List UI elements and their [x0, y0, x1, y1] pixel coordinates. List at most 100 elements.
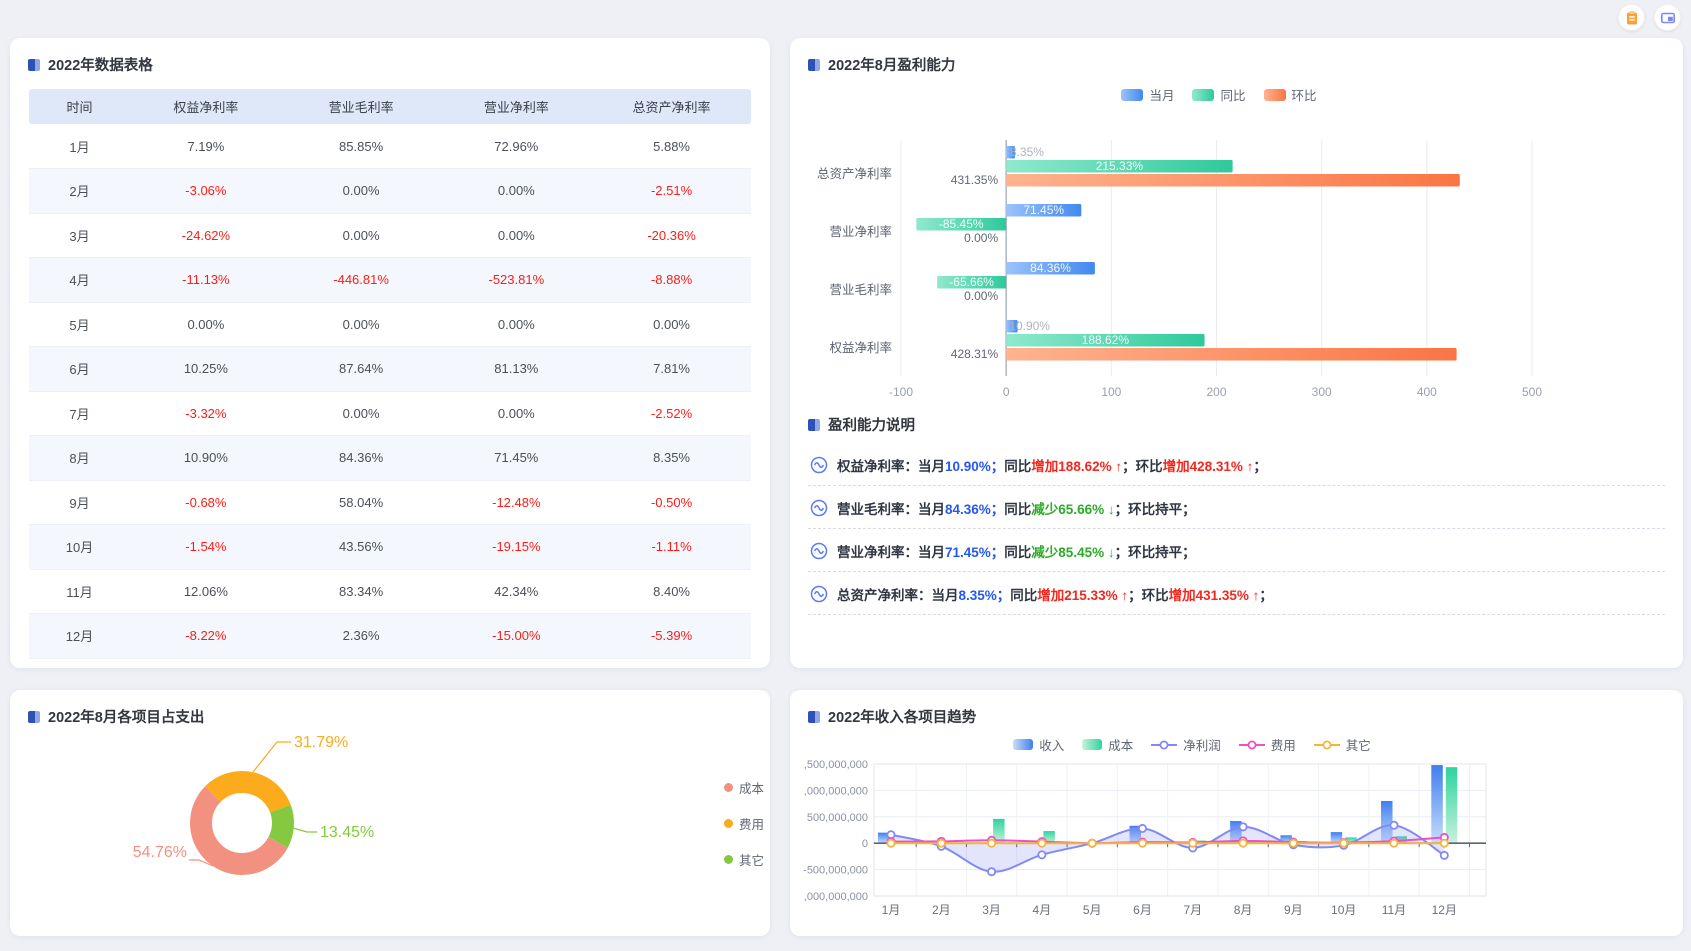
legend-label: 同比	[1220, 85, 1245, 104]
cell-value: 7.19%	[130, 124, 282, 169]
legend-label: 环比	[1292, 85, 1317, 104]
row-label: 10月	[29, 525, 130, 570]
svg-text:6月: 6月	[1133, 903, 1152, 917]
table-row: 5月0.00%0.00%0.00%0.00%	[29, 302, 751, 347]
legend-item[interactable]: 成本	[724, 778, 764, 797]
svg-text:5月: 5月	[1083, 903, 1102, 917]
svg-text:-65.66%: -65.66%	[949, 275, 994, 289]
legend-item[interactable]: 其它	[1314, 735, 1371, 754]
cell-value: 0.00%	[282, 391, 441, 436]
donut-chart: 31.79% 13.45% 54.76%	[127, 718, 427, 923]
legend-label: 当月	[1149, 85, 1174, 104]
svg-text:12月: 12月	[1432, 903, 1457, 917]
panel-title-icon	[808, 711, 820, 723]
svg-text:-500,000,000: -500,000,000	[803, 865, 868, 877]
cell-value: 0.00%	[441, 213, 593, 258]
panel-title: 2022年数据表格	[48, 54, 153, 75]
svg-text:500: 500	[1522, 385, 1542, 399]
legend-item[interactable]: 费用	[724, 814, 764, 833]
cell-value: -15.00%	[441, 614, 593, 659]
panel-profitability: 2022年8月盈利能力 当月 同比 环比 -100010020030040050…	[790, 38, 1683, 668]
display-button[interactable]	[1654, 4, 1681, 31]
legend-item[interactable]: 其它	[724, 850, 764, 869]
row-label: 9月	[29, 480, 130, 525]
analysis-item: 营业毛利率：当月84.36%；同比减少65.66% ↓；环比持平；	[808, 486, 1665, 529]
legend-item[interactable]: 环比	[1264, 85, 1317, 104]
svg-text:权益净利率: 权益净利率	[829, 340, 892, 355]
cell-value: -446.81%	[282, 258, 441, 303]
legend-item[interactable]: 同比	[1192, 85, 1245, 104]
cell-value: 8.35%	[592, 436, 751, 481]
profitability-bar-chart: -1000100200300400500总资产净利率8.35%215.33%43…	[806, 104, 1666, 404]
svg-text:500,000,000: 500,000,000	[807, 812, 868, 824]
cell-value: 0.00%	[441, 391, 593, 436]
cell-value: 0.00%	[441, 169, 593, 214]
svg-text:100: 100	[1101, 385, 1121, 399]
cell-value: 87.64%	[282, 347, 441, 392]
column-header: 营业净利率	[441, 89, 593, 124]
cell-value: -11.13%	[130, 258, 282, 303]
display-icon	[1660, 10, 1676, 26]
svg-text:31.79%: 31.79%	[294, 734, 348, 751]
cell-value: -523.81%	[441, 258, 593, 303]
row-label: 11月	[29, 569, 130, 614]
svg-text:400: 400	[1417, 385, 1437, 399]
cell-value: 10.25%	[130, 347, 282, 392]
svg-text:-100: -100	[889, 385, 913, 399]
svg-text:188.62%: 188.62%	[1082, 333, 1130, 347]
legend-item[interactable]: 费用	[1239, 735, 1296, 754]
legend-label: 净利润	[1183, 735, 1221, 754]
row-label: 4月	[29, 258, 130, 303]
cell-value: -20.36%	[592, 213, 751, 258]
cell-value: -3.06%	[130, 169, 282, 214]
cell-value: 84.36%	[282, 436, 441, 481]
analysis-list: 权益净利率：当月10.90%；同比增加188.62% ↑；环比增加428.31%…	[808, 443, 1665, 615]
wave-icon	[810, 542, 828, 560]
legend-item[interactable]: 成本	[1082, 735, 1133, 754]
cell-value: -12.48%	[441, 480, 593, 525]
panel-header: 2022年收入各项目趋势	[790, 690, 1683, 735]
legend-swatch	[1314, 739, 1340, 751]
dashboard-page: 2022年数据表格 时间权益净利率营业毛利率营业净利率总资产净利率 1月7.19…	[0, 0, 1691, 951]
panel-title-icon	[808, 419, 820, 431]
table-row: 7月-3.32%0.00%0.00%-2.52%	[29, 391, 751, 436]
table-row: 10月-1.54%43.56%-19.15%-1.11%	[29, 525, 751, 570]
panel-title-icon	[28, 59, 40, 71]
column-header: 总资产净利率	[592, 89, 751, 124]
row-label: 6月	[29, 347, 130, 392]
legend-swatch	[1192, 89, 1214, 101]
section-title: 盈利能力说明	[828, 414, 915, 435]
cell-value: 5.88%	[592, 124, 751, 169]
legend-label: 费用	[739, 814, 764, 833]
panel-header: 盈利能力说明	[790, 404, 1683, 443]
table-row: 8月10.90%84.36%71.45%8.35%	[29, 436, 751, 481]
svg-text:300: 300	[1312, 385, 1332, 399]
svg-text:1月: 1月	[882, 903, 901, 917]
cell-value: 0.00%	[441, 302, 593, 347]
legend-label: 其它	[1346, 735, 1371, 754]
row-label: 5月	[29, 302, 130, 347]
cell-value: 0.00%	[130, 302, 282, 347]
legend-swatch	[1239, 739, 1265, 751]
table-row: 1月7.19%85.85%72.96%5.88%	[29, 124, 751, 169]
legend-item[interactable]: 当月	[1121, 85, 1174, 104]
row-label: 7月	[29, 391, 130, 436]
cell-value: -8.22%	[130, 614, 282, 659]
svg-text:,000,000,000: ,000,000,000	[804, 785, 868, 797]
legend-item[interactable]: 收入	[1013, 735, 1064, 754]
panel-title-icon	[808, 59, 820, 71]
legend-label: 成本	[1108, 735, 1133, 754]
svg-text:200: 200	[1206, 385, 1226, 399]
floating-toolbar	[1618, 4, 1681, 31]
clipboard-button[interactable]	[1618, 4, 1645, 31]
svg-text:9月: 9月	[1284, 903, 1303, 917]
cell-value: 12.06%	[130, 569, 282, 614]
legend-item[interactable]: 净利润	[1151, 735, 1221, 754]
legend-label: 费用	[1271, 735, 1296, 754]
cell-value: -5.39%	[592, 614, 751, 659]
legend-label: 收入	[1039, 735, 1064, 754]
column-header: 时间	[29, 89, 130, 124]
panel-title: 2022年8月盈利能力	[828, 54, 955, 75]
cell-value: -0.68%	[130, 480, 282, 525]
svg-text:4月: 4月	[1033, 903, 1052, 917]
